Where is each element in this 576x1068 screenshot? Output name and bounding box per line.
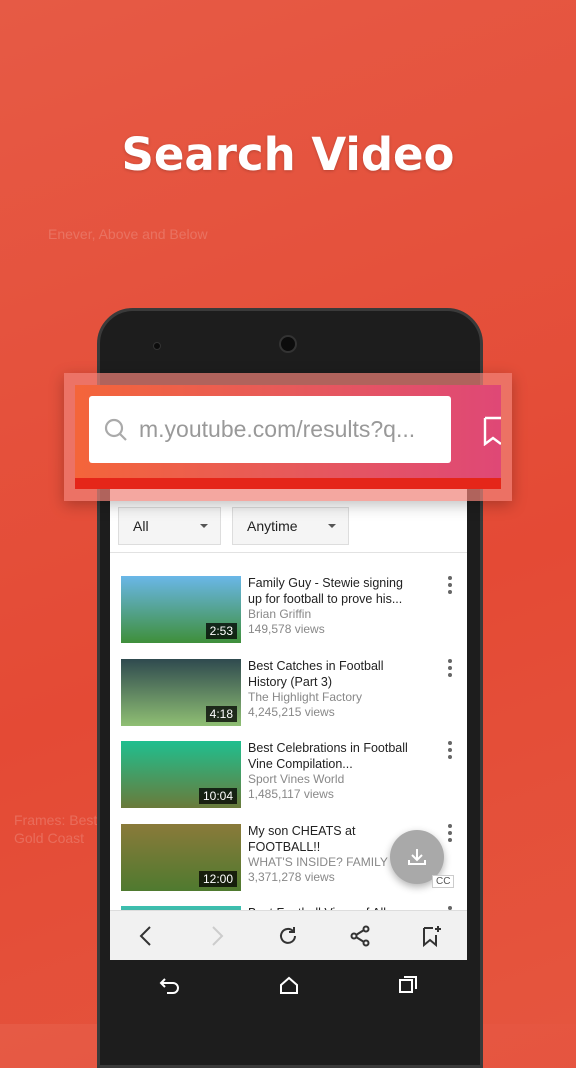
- home-nav-icon[interactable]: [279, 975, 299, 995]
- cc-badge: CC: [432, 875, 455, 888]
- share-button[interactable]: [348, 924, 372, 948]
- accent-strip: [75, 478, 501, 489]
- video-title[interactable]: Best Celebrations in Football Vine Compi…: [248, 740, 418, 772]
- channel-name: Brian Griffin: [248, 607, 312, 621]
- system-nav-bar: [110, 960, 467, 1010]
- reload-icon: [280, 926, 297, 944]
- background-text: Gold Coast: [14, 830, 85, 846]
- view-count: 4,245,215 views: [248, 704, 335, 719]
- video-thumbnail[interactable]: 12:00: [121, 823, 241, 891]
- dropdown-icon: [328, 524, 336, 528]
- headline: Search Video: [121, 128, 455, 181]
- channel-name: Sport Vines World: [248, 772, 345, 786]
- time-filter-select[interactable]: Anytime: [232, 507, 349, 545]
- type-filter-select[interactable]: All: [118, 507, 221, 545]
- more-options-icon[interactable]: [447, 741, 453, 759]
- background-text: Frames: Best: [14, 812, 98, 828]
- url-text: m.youtube.com/results?q...: [139, 416, 416, 442]
- duration-badge: 10:04: [198, 788, 237, 804]
- video-thumbnail[interactable]: 4:18: [121, 658, 241, 726]
- video-list-item[interactable]: 2:53 Family Guy - Stewie signing up for …: [121, 576, 461, 646]
- forward-button[interactable]: [205, 924, 229, 948]
- download-icon: [408, 849, 426, 865]
- divider: [110, 552, 467, 553]
- address-bar: m.youtube.com/results?q...: [75, 385, 501, 489]
- recents-nav-icon[interactable]: [398, 975, 418, 995]
- duration-badge: 2:53: [205, 623, 237, 639]
- view-count: 149,578 views: [248, 622, 325, 636]
- search-icon: [104, 418, 127, 441]
- dropdown-icon: [200, 524, 208, 528]
- more-options-icon[interactable]: [447, 658, 453, 677]
- video-title[interactable]: Family Guy - Stewie signing up for footb…: [248, 575, 418, 607]
- video-thumbnail[interactable]: 10:04: [121, 741, 241, 808]
- forward-icon: [212, 925, 224, 946]
- bookmark-add-button[interactable]: [419, 924, 443, 948]
- view-count: 3,371,278 views: [248, 869, 335, 884]
- more-options-icon[interactable]: [447, 823, 453, 842]
- view-count: 1,485,117 views: [248, 787, 334, 801]
- bookmark-icon[interactable]: [483, 416, 501, 446]
- share-icon: [350, 925, 370, 946]
- duration-badge: 12:00: [198, 870, 237, 887]
- back-icon: [139, 925, 151, 946]
- back-nav-icon[interactable]: [159, 975, 181, 995]
- time-filter-value: Anytime: [247, 518, 298, 534]
- background-text: Enever, Above and Below: [48, 226, 208, 242]
- speaker: [279, 335, 297, 353]
- back-button[interactable]: [134, 924, 158, 948]
- video-list-item[interactable]: 10:04 Best Celebrations in Football Vine…: [121, 741, 461, 811]
- browser-toolbar: [110, 910, 467, 960]
- url-input[interactable]: m.youtube.com/results?q...: [89, 396, 451, 463]
- duration-badge: 4:18: [205, 705, 237, 722]
- camera: [153, 342, 161, 350]
- search-bar-highlight: m.youtube.com/results?q...: [64, 373, 512, 501]
- video-list-item[interactable]: 4:18 Best Catches in Football History (P…: [121, 658, 461, 729]
- video-thumbnail[interactable]: 2:53: [121, 576, 241, 643]
- more-options-icon[interactable]: [447, 576, 453, 594]
- video-title[interactable]: Best Catches in Football History (Part 3…: [248, 658, 418, 690]
- bookmark-add-icon: [423, 925, 442, 947]
- type-filter-value: All: [133, 518, 149, 534]
- browser-screen: All Anytime 2:53 Family Guy - Stewie sig…: [110, 480, 467, 960]
- channel-name: The Highlight Factory: [248, 689, 363, 704]
- reload-button[interactable]: [276, 924, 300, 948]
